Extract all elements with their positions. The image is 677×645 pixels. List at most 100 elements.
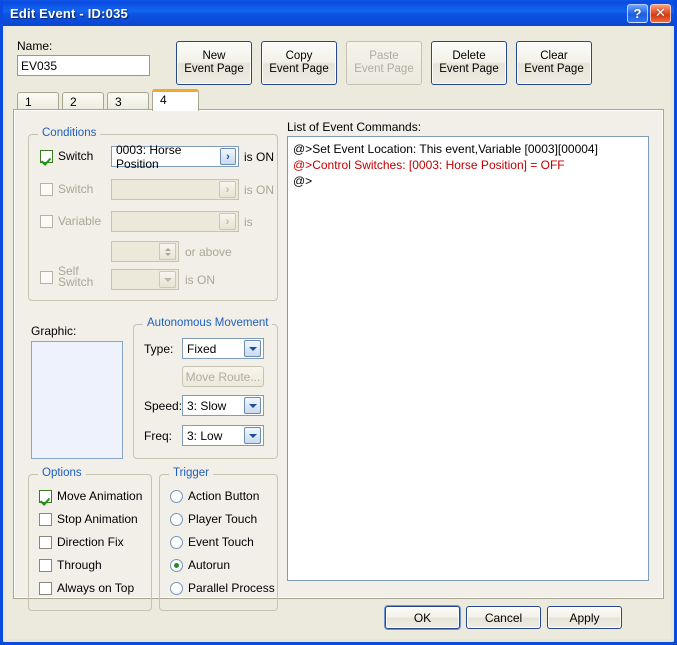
window-titlebar: Edit Event - ID:035 ? ✕ bbox=[3, 0, 674, 26]
delete-event-page-line2: Event Page bbox=[439, 63, 499, 75]
chevron-down-icon[interactable] bbox=[244, 397, 261, 414]
paste-event-page-line2: Event Page bbox=[354, 63, 414, 75]
condition-switch1-checkbox[interactable] bbox=[40, 149, 53, 163]
option-move-animation-label: Move Animation bbox=[57, 489, 143, 503]
cancel-button[interactable]: Cancel bbox=[466, 606, 541, 629]
trigger-player-touch[interactable]: Player Touch bbox=[170, 512, 257, 526]
condition-switch1-combo[interactable]: 0003: Horse Position › bbox=[111, 143, 239, 171]
condition-switch1-label: Switch bbox=[58, 149, 94, 163]
trigger-action-button[interactable]: Action Button bbox=[170, 489, 259, 503]
new-event-page-button[interactable]: New Event Page bbox=[176, 41, 252, 85]
spinner-arrows-icon bbox=[159, 243, 176, 260]
trigger-parallel-process-radio[interactable] bbox=[170, 581, 183, 595]
movement-type-combo[interactable]: Fixed bbox=[182, 338, 264, 359]
trigger-event-touch[interactable]: Event Touch bbox=[170, 535, 254, 549]
event-page-tabstrip: 1 2 3 4 bbox=[17, 89, 202, 111]
movement-speed-value: 3: Slow bbox=[187, 398, 227, 413]
chevron-down-icon[interactable] bbox=[244, 340, 261, 357]
delete-event-page-button[interactable]: Delete Event Page bbox=[431, 41, 507, 85]
movement-freq-label: Freq: bbox=[144, 429, 173, 443]
graphic-label: Graphic: bbox=[31, 324, 77, 338]
delete-event-page-line1: Delete bbox=[452, 50, 486, 62]
option-move-animation-checkbox[interactable] bbox=[39, 489, 52, 503]
option-direction-fix-checkbox[interactable] bbox=[39, 535, 52, 549]
clear-event-page-line1: Clear bbox=[540, 50, 568, 62]
trigger-parallel-process[interactable]: Parallel Process bbox=[170, 581, 275, 595]
move-route-button: Move Route... bbox=[182, 366, 264, 387]
copy-event-page-line1: Copy bbox=[285, 50, 313, 62]
trigger-parallel-process-label: Parallel Process bbox=[188, 581, 275, 595]
tab-page-3[interactable]: 3 bbox=[107, 92, 149, 111]
graphic-preview[interactable] bbox=[31, 341, 123, 459]
list-item[interactable]: @>Set Event Location: This event,Variabl… bbox=[293, 141, 643, 157]
condition-switch2-checkbox[interactable] bbox=[40, 182, 53, 196]
trigger-player-touch-radio[interactable] bbox=[170, 512, 183, 526]
new-event-page-line1: New bbox=[202, 50, 226, 62]
trigger-autorun[interactable]: Autorun bbox=[170, 558, 230, 572]
chevron-right-icon: › bbox=[219, 213, 236, 230]
condition-variable-amount-suffix: or above bbox=[185, 245, 232, 259]
event-page-panel: Conditions Switch 0003: Horse Position ›… bbox=[14, 110, 663, 611]
option-always-on-top-checkbox[interactable] bbox=[39, 581, 52, 595]
condition-variable-checkbox[interactable] bbox=[40, 214, 53, 228]
movement-speed-combo[interactable]: 3: Slow bbox=[182, 395, 264, 416]
condition-switch2-suffix: is ON bbox=[244, 183, 274, 197]
movement-type-label: Type: bbox=[144, 342, 174, 356]
window-client-area: Name: New Event Page Copy Event Page Pas… bbox=[6, 26, 671, 639]
movement-type-value: Fixed bbox=[187, 341, 217, 356]
option-through-checkbox[interactable] bbox=[39, 558, 52, 572]
trigger-event-touch-radio[interactable] bbox=[170, 535, 183, 549]
chevron-down-icon[interactable] bbox=[244, 427, 261, 444]
condition-switch1-value: 0003: Horse Position bbox=[116, 142, 182, 171]
condition-self-switch-checkbox[interactable] bbox=[40, 270, 53, 284]
condition-self-switch-combo bbox=[111, 269, 179, 290]
new-event-page-line2: Event Page bbox=[184, 63, 244, 75]
close-icon[interactable]: ✕ bbox=[650, 3, 671, 23]
command-list[interactable]: @>Set Event Location: This event,Variabl… bbox=[287, 136, 649, 581]
list-item[interactable]: @>Control Switches: [0003: Horse Positio… bbox=[293, 157, 643, 173]
movement-freq-combo[interactable]: 3: Low bbox=[182, 425, 264, 446]
trigger-autorun-radio[interactable] bbox=[170, 558, 183, 572]
apply-button[interactable]: Apply bbox=[547, 606, 622, 629]
trigger-event-touch-label: Event Touch bbox=[188, 535, 254, 549]
tab-page-1[interactable]: 1 bbox=[17, 92, 59, 111]
autonomous-movement-group: Autonomous Movement Type: Fixed Move Rou… bbox=[133, 317, 278, 459]
command-list-label: List of Event Commands: bbox=[287, 120, 422, 134]
condition-variable-amount-spinner bbox=[111, 241, 179, 262]
chevron-down-icon bbox=[159, 271, 176, 288]
option-through[interactable]: Through bbox=[39, 558, 102, 572]
option-move-animation[interactable]: Move Animation bbox=[39, 489, 142, 503]
trigger-legend: Trigger bbox=[169, 467, 213, 479]
option-through-label: Through bbox=[57, 558, 102, 572]
ok-button[interactable]: OK bbox=[385, 606, 460, 629]
event-name-input[interactable] bbox=[17, 55, 150, 76]
condition-variable-suffix: is bbox=[244, 215, 253, 229]
paste-event-page-line1: Paste bbox=[369, 50, 399, 62]
trigger-player-touch-label: Player Touch bbox=[188, 512, 258, 526]
condition-switch1-suffix: is ON bbox=[244, 150, 274, 164]
condition-switch2-label: Switch bbox=[58, 182, 94, 196]
copy-event-page-line2: Event Page bbox=[269, 63, 329, 75]
help-icon[interactable]: ? bbox=[627, 3, 648, 23]
options-group: Options Move Animation Stop Animation Di… bbox=[28, 467, 152, 611]
list-item[interactable]: @> bbox=[293, 173, 643, 189]
tab-page-2[interactable]: 2 bbox=[62, 92, 104, 111]
option-direction-fix[interactable]: Direction Fix bbox=[39, 535, 124, 549]
paste-event-page-button: Paste Event Page bbox=[346, 41, 422, 85]
trigger-action-button-radio[interactable] bbox=[170, 489, 183, 503]
copy-event-page-button[interactable]: Copy Event Page bbox=[261, 41, 337, 85]
chevron-right-icon: › bbox=[219, 181, 236, 198]
name-label: Name: bbox=[17, 39, 53, 53]
condition-variable-combo: › bbox=[111, 211, 239, 232]
option-stop-animation-label: Stop Animation bbox=[57, 512, 138, 526]
tab-page-4[interactable]: 4 bbox=[152, 89, 199, 111]
option-always-on-top[interactable]: Always on Top bbox=[39, 581, 134, 595]
chevron-right-icon[interactable]: › bbox=[220, 148, 236, 165]
option-stop-animation-checkbox[interactable] bbox=[39, 512, 52, 526]
window-title: Edit Event - ID:035 bbox=[10, 5, 128, 21]
edit-event-window: Edit Event - ID:035 ? ✕ Name: New Event … bbox=[0, 0, 677, 645]
clear-event-page-line2: Event Page bbox=[524, 63, 584, 75]
clear-event-page-button[interactable]: Clear Event Page bbox=[516, 41, 592, 85]
condition-switch2-combo: › bbox=[111, 179, 239, 200]
option-stop-animation[interactable]: Stop Animation bbox=[39, 512, 138, 526]
